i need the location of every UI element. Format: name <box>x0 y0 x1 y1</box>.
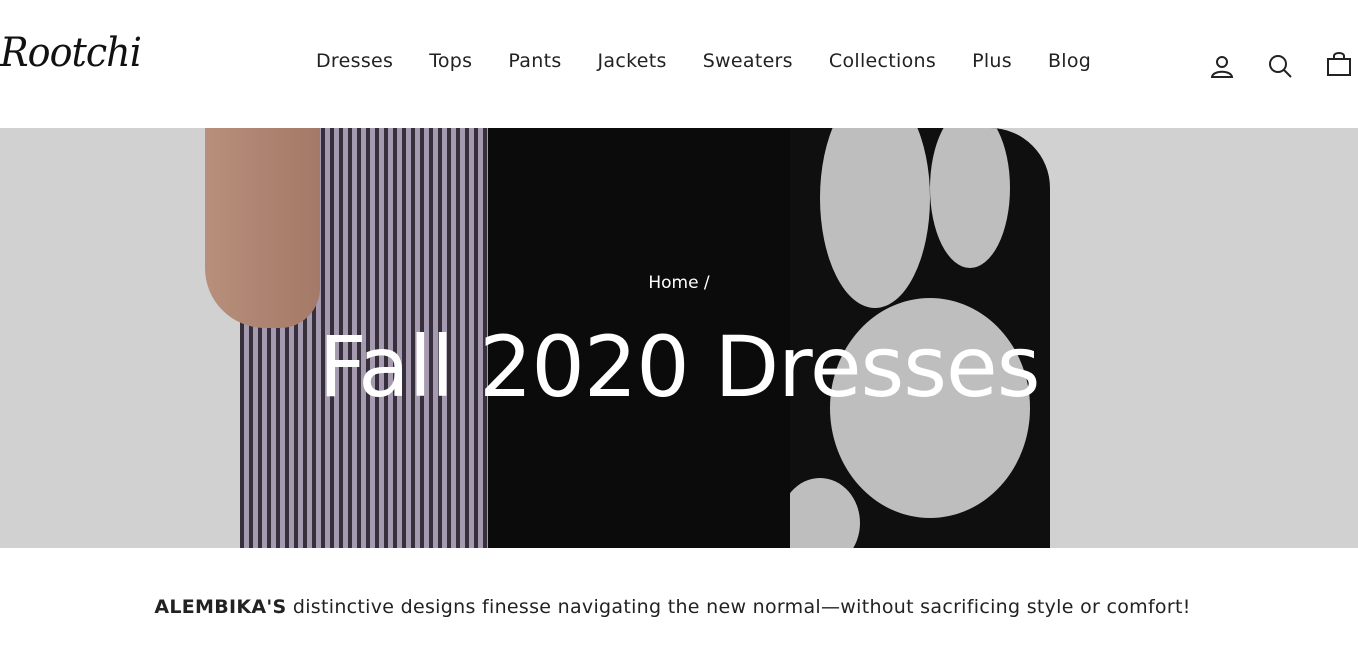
nav-item-tops[interactable]: Tops <box>411 50 490 72</box>
nav-item-jackets[interactable]: Jackets <box>580 50 685 72</box>
collection-description: ALEMBIKA'S distinctive designs finesse n… <box>0 596 1345 618</box>
main-nav: Dresses Tops Pants Jackets Sweaters Coll… <box>298 50 1109 72</box>
description-text: distinctive designs finesse navigating t… <box>286 596 1191 618</box>
nav-item-dresses[interactable]: Dresses <box>298 50 411 72</box>
search-icon[interactable] <box>1266 52 1294 80</box>
user-icon[interactable] <box>1208 52 1236 80</box>
bag-icon[interactable] <box>1325 50 1353 78</box>
nav-item-blog[interactable]: Blog <box>1030 50 1109 72</box>
nav-item-collections[interactable]: Collections <box>811 50 954 72</box>
nav-item-sweaters[interactable]: Sweaters <box>685 50 811 72</box>
nav-item-plus[interactable]: Plus <box>954 50 1030 72</box>
page-title: Fall 2020 Dresses <box>318 318 1041 416</box>
hero-banner: Home / Fall 2020 Dresses <box>0 128 1358 548</box>
site-header: Rootchi Dresses Tops Pants Jackets Sweat… <box>0 0 1358 128</box>
breadcrumb[interactable]: Home / <box>0 273 1358 293</box>
description-brand: ALEMBIKA'S <box>154 596 287 618</box>
brand-logo[interactable]: Rootchi <box>0 30 142 76</box>
nav-item-pants[interactable]: Pants <box>490 50 579 72</box>
